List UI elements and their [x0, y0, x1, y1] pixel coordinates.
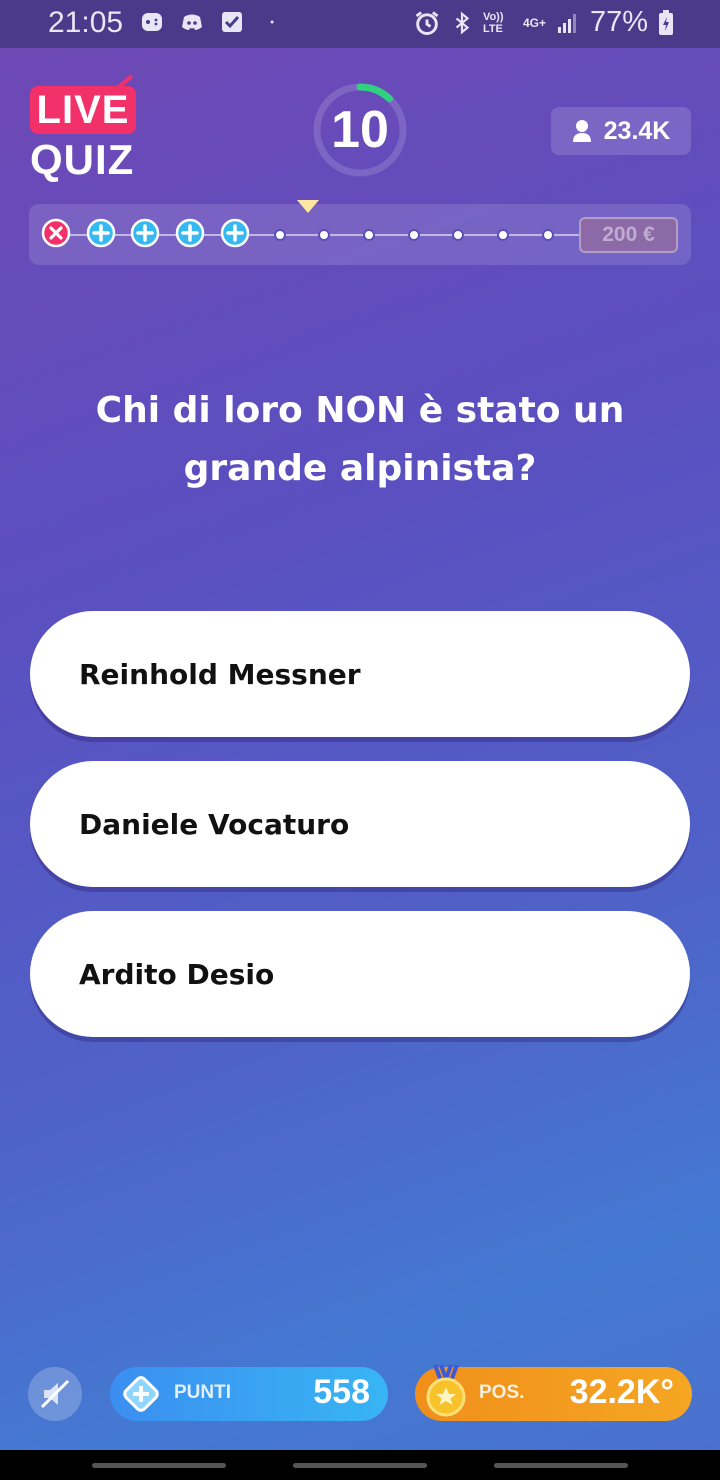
position-value: 32.2K° — [569, 1373, 674, 1411]
prize-badge: 200 € — [579, 217, 678, 253]
nav-recents-button[interactable] — [92, 1463, 226, 1468]
system-nav-bar — [0, 1450, 720, 1480]
answer-label: Reinhold Messner — [79, 657, 361, 691]
pending-question-dot — [452, 229, 465, 241]
points-pill: PUNTI 558 — [110, 1367, 388, 1421]
dot-icon — [270, 20, 274, 24]
bluetooth-icon — [455, 10, 470, 35]
4g-icon: 4G+ — [522, 15, 546, 30]
correct-answer-icon — [175, 218, 205, 252]
pending-question-dot — [318, 229, 331, 241]
volte-icon: Vo)) LTE — [482, 10, 504, 35]
pending-question-dot — [362, 229, 375, 241]
question-text: Chi di loro NON è stato un grande alpini… — [95, 390, 625, 489]
viewer-count-value: 23.4K — [603, 116, 671, 145]
timer-value: 10 — [331, 101, 389, 159]
answer-option-1[interactable]: Reinhold Messner — [30, 611, 690, 737]
status-right-icons: Vo)) LTE 4G+ 77% — [413, 6, 674, 39]
game-icon — [142, 13, 162, 31]
signal-icon — [557, 13, 576, 33]
nav-back-button[interactable] — [494, 1463, 628, 1468]
plus-diamond-icon — [123, 1376, 159, 1412]
discord-icon — [182, 14, 202, 30]
correct-answer-icon — [220, 218, 250, 252]
position-pill: POS. 32.2K° — [415, 1364, 692, 1421]
pending-question-dot — [407, 229, 420, 241]
pending-question-dot — [541, 229, 554, 241]
answer-label: Daniele Vocaturo — [79, 807, 350, 841]
answer-label: Ardito Desio — [79, 957, 275, 991]
alarm-icon — [415, 10, 439, 35]
pending-question-dot — [273, 229, 286, 241]
nav-home-button[interactable] — [293, 1463, 427, 1468]
question-progress: 200 € — [29, 200, 691, 265]
check-icon — [222, 12, 242, 32]
muted-speaker-icon — [40, 1379, 70, 1409]
viewer-count: 23.4K — [551, 107, 691, 155]
countdown-timer: 10 — [312, 82, 408, 178]
status-time: 21:05 — [48, 6, 124, 39]
current-question-marker — [297, 200, 319, 213]
app-logo: LIVE QUIZ — [30, 74, 140, 183]
battery-percent: 77% — [589, 6, 648, 38]
status-left-icons — [140, 10, 282, 34]
correct-answer-icon — [86, 218, 116, 252]
logo-check-icon — [108, 74, 134, 96]
mute-button[interactable] — [28, 1367, 82, 1421]
points-label: PUNTI — [174, 1382, 231, 1403]
position-label: POS. — [479, 1382, 525, 1403]
points-value: 558 — [313, 1373, 370, 1411]
wrong-answer-icon — [41, 218, 71, 252]
correct-answer-icon — [130, 218, 160, 252]
pending-question-dot — [497, 229, 509, 241]
medal-icon — [426, 1364, 466, 1417]
battery-icon — [659, 9, 673, 35]
user-icon — [572, 120, 591, 142]
status-bar: 21:05 Vo)) LTE 4G+ 77% — [0, 0, 720, 48]
answer-option-3[interactable]: Ardito Desio — [30, 911, 690, 1037]
logo-quiz: QUIZ — [30, 136, 135, 183]
answer-option-2[interactable]: Daniele Vocaturo — [30, 761, 690, 887]
